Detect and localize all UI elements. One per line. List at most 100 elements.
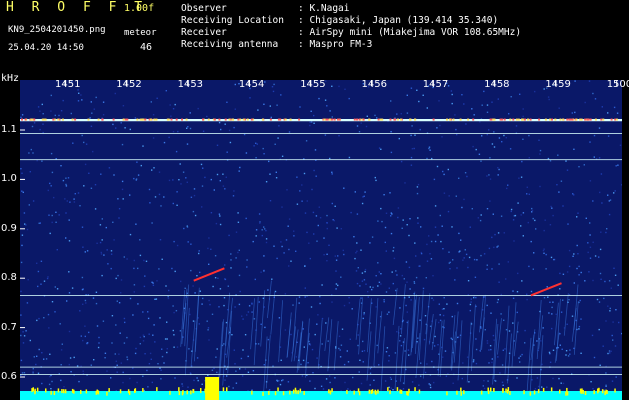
floor-spike [85,389,88,394]
carrier-speck [589,118,592,121]
noise-speck [30,148,32,151]
noise-speck [348,296,350,299]
noise-speck [83,185,85,187]
noise-speck [263,364,265,366]
noise-speck [367,291,369,293]
info-value-location: : Chigasaki, Japan (139.414 35.340) [298,15,499,26]
noise-speck [534,388,537,390]
noise-speck [134,117,137,119]
noise-speck [115,324,117,326]
noise-speck [584,280,586,282]
noise-speck [429,325,432,327]
noise-streak [227,310,233,374]
noise-speck [573,148,575,150]
noise-speck [559,288,561,290]
noise-speck [126,356,128,358]
noise-speck [143,389,145,392]
noise-speck [357,267,359,269]
noise-speck [371,236,374,238]
floor-spike [542,387,545,392]
noise-speck [363,195,365,197]
noise-speck [161,258,163,260]
noise-speck [352,376,354,379]
noise-speck [303,172,306,175]
noise-speck [264,326,266,329]
noise-speck [233,349,235,351]
noise-speck [265,181,268,183]
noise-speck [544,219,546,221]
noise-speck [615,309,617,311]
noise-speck [314,387,316,390]
noise-speck [360,249,362,251]
noise-speck [552,377,554,380]
noise-speck [200,163,203,166]
noise-speck [472,361,475,363]
noise-speck [609,199,612,201]
noise-speck [65,183,67,186]
noise-floor-band [20,391,622,400]
noise-speck [429,253,431,255]
noise-speck [480,214,482,216]
noise-speck [516,291,519,293]
noise-speck [558,377,560,380]
noise-speck [108,167,111,169]
noise-speck [434,226,437,228]
noise-speck [598,301,601,303]
carrier-speck [544,118,547,121]
noise-speck [302,359,305,362]
noise-speck [231,334,233,336]
noise-speck [261,234,263,237]
floor-spike [446,391,448,396]
floor-spike [142,388,144,393]
noise-speck [147,311,149,313]
carrier-speck [237,118,240,121]
noise-speck [81,99,83,101]
noise-speck [388,360,390,362]
noise-speck [378,364,380,366]
noise-speck [153,324,155,326]
noise-speck [551,313,553,315]
noise-speck [192,320,195,322]
noise-speck [26,228,29,231]
noise-speck [47,313,50,316]
noise-speck [139,336,142,339]
noise-speck [565,354,567,356]
noise-speck [604,280,606,283]
noise-speck [463,257,465,259]
carrier-speck [52,118,55,121]
noise-speck [251,303,253,305]
noise-speck [331,173,333,175]
floor-spike [565,391,567,396]
noise-speck [471,208,473,210]
noise-speck [400,328,402,330]
noise-speck [323,254,325,256]
carrier-speck [503,118,506,121]
floor-spike [169,390,171,395]
noise-speck [60,349,63,351]
noise-speck [69,201,71,203]
noise-speck [176,244,179,247]
carrier-speck [587,118,590,121]
noise-speck [98,342,100,344]
noise-speck [264,228,266,230]
noise-speck [219,223,222,226]
noise-speck [160,369,162,371]
noise-speck [329,157,331,160]
carrier-speck [277,118,280,121]
noise-speck [416,186,419,188]
noise-speck [298,296,301,298]
noise-speck [380,148,382,150]
noise-speck [566,169,569,171]
carrier-speck [289,118,292,121]
noise-speck [584,101,586,104]
noise-speck [116,300,118,302]
noise-speck [23,212,26,214]
noise-speck [375,275,377,277]
noise-speck [29,339,31,342]
noise-speck [80,94,82,96]
noise-speck [207,327,210,329]
noise-speck [151,169,153,171]
noise-speck [610,287,612,289]
noise-speck [150,358,152,360]
noise-speck [123,342,126,344]
